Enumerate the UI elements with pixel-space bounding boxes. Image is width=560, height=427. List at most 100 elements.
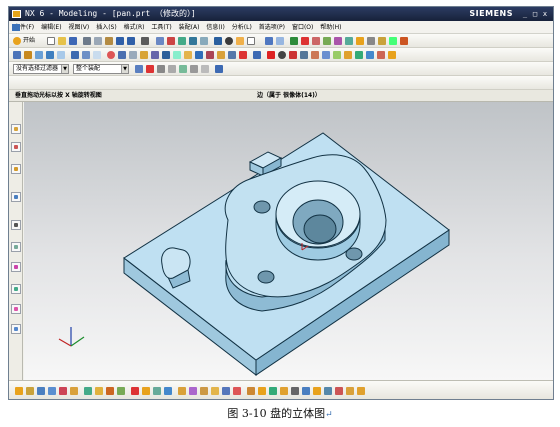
minimize-button[interactable]: _ [521, 10, 529, 18]
snap-midpoint-icon[interactable] [157, 65, 165, 73]
menu-view[interactable]: 视图(V) [68, 21, 89, 34]
menu-analysis[interactable]: 分析(L) [232, 21, 252, 34]
snap-settings-icon[interactable] [215, 65, 223, 73]
pocket-icon[interactable] [118, 51, 126, 59]
fillet-icon[interactable] [200, 387, 208, 395]
menu-information[interactable]: 信息(I) [206, 21, 224, 34]
dimension-icon[interactable] [131, 387, 139, 395]
show-hide-icon[interactable] [323, 37, 331, 45]
project-icon[interactable] [222, 387, 230, 395]
point-icon[interactable] [15, 387, 23, 395]
update-model-icon[interactable] [302, 387, 310, 395]
zoom-icon[interactable] [167, 37, 175, 45]
redo-icon[interactable] [127, 37, 135, 45]
new-file-icon[interactable] [47, 37, 55, 45]
save-icon[interactable] [69, 37, 77, 45]
convert-reference-icon[interactable] [247, 387, 255, 395]
transparency-icon[interactable] [367, 37, 375, 45]
snap-center-icon[interactable] [168, 65, 176, 73]
menu-edit[interactable]: 编辑(E) [41, 21, 61, 34]
maximize-button[interactable]: □ [531, 10, 539, 18]
clipboard-icon[interactable] [378, 37, 386, 45]
spline-icon[interactable] [300, 51, 308, 59]
arc-tool-icon[interactable] [84, 387, 92, 395]
infer-constraint-icon[interactable] [269, 387, 277, 395]
system-materials-tab[interactable] [11, 242, 21, 252]
finish-sketch-icon[interactable] [280, 387, 288, 395]
circle-icon[interactable] [278, 51, 286, 59]
cylinder-icon[interactable] [46, 51, 54, 59]
subtract-icon[interactable] [173, 51, 181, 59]
rectangle-icon[interactable] [95, 387, 103, 395]
line-icon[interactable] [70, 387, 78, 395]
render-style-icon[interactable] [225, 37, 233, 45]
extend-icon[interactable] [189, 387, 197, 395]
trim-icon[interactable] [178, 387, 186, 395]
polygon-icon[interactable] [106, 387, 114, 395]
history-tab[interactable] [11, 220, 21, 230]
sew-icon[interactable] [377, 51, 385, 59]
blank-icon[interactable] [334, 37, 342, 45]
block-icon[interactable] [35, 51, 43, 59]
cut-icon[interactable] [83, 37, 91, 45]
roles-tab[interactable] [11, 324, 21, 334]
section-view-icon[interactable] [265, 37, 273, 45]
menu-format[interactable]: 格式(R) [124, 21, 145, 34]
extrude-icon[interactable] [71, 51, 79, 59]
menu-tools[interactable]: 工具(T) [151, 21, 171, 34]
bridge-curve-icon[interactable] [333, 51, 341, 59]
manufacturing-wizard-tab[interactable] [11, 304, 21, 314]
snap-quadrant-icon[interactable] [179, 65, 187, 73]
project-curve-icon[interactable] [322, 51, 330, 59]
sketch-icon[interactable] [389, 37, 397, 45]
quick-trim-icon[interactable] [233, 387, 241, 395]
layer-settings-icon[interactable] [276, 37, 284, 45]
datum-axis-icon[interactable] [37, 387, 45, 395]
trim-body-icon[interactable] [195, 51, 203, 59]
fillet-curve-icon[interactable] [344, 51, 352, 59]
menu-preferences[interactable]: 首选项(P) [259, 21, 285, 34]
paste-icon[interactable] [105, 37, 113, 45]
hole-icon[interactable] [93, 51, 101, 59]
reattach-icon[interactable] [291, 387, 299, 395]
select-face-icon[interactable] [135, 65, 143, 73]
type-filter-select[interactable]: 没有选择过滤器 ▼ [13, 64, 69, 74]
pad-icon[interactable] [129, 51, 137, 59]
menu-insert[interactable]: 插入(S) [96, 21, 117, 34]
sketch-tool-icon[interactable] [59, 387, 67, 395]
snap-existing-point-icon[interactable] [201, 65, 209, 73]
orient-to-sketch-icon[interactable] [324, 387, 332, 395]
shaded-view-icon[interactable] [214, 37, 222, 45]
intersection-curve-icon[interactable] [355, 51, 363, 59]
color-icon[interactable] [356, 37, 364, 45]
datum-plane-icon[interactable] [26, 387, 34, 395]
start-icon[interactable] [13, 37, 21, 45]
snap-endpoint-icon[interactable] [146, 65, 154, 73]
sketch-style-icon[interactable] [335, 387, 343, 395]
ellipse-icon[interactable] [117, 387, 125, 395]
orient-view-icon[interactable] [247, 37, 255, 45]
rotate-icon[interactable] [189, 37, 197, 45]
groove-icon[interactable] [151, 51, 159, 59]
open-folder-icon[interactable] [58, 37, 66, 45]
repeat-command-icon[interactable] [141, 37, 149, 45]
reuse-library-tab[interactable] [11, 192, 21, 202]
draft-icon[interactable] [239, 51, 247, 59]
datum-csys-tool-icon[interactable] [48, 387, 56, 395]
delay-evaluation-icon[interactable] [346, 387, 354, 395]
intersect-icon[interactable] [184, 51, 192, 59]
offset-icon[interactable] [211, 387, 219, 395]
surface-icon[interactable] [366, 51, 374, 59]
view-sketch-icon[interactable] [313, 387, 321, 395]
close-button[interactable]: x [541, 10, 549, 18]
cut-body-icon[interactable] [13, 51, 21, 59]
measure-distance-icon[interactable] [301, 37, 309, 45]
menu-assemblies[interactable]: 装配(A) [179, 21, 200, 34]
constraint-navigator-tab[interactable] [11, 142, 21, 152]
evaluate-icon[interactable] [357, 387, 365, 395]
pan-icon[interactable] [178, 37, 186, 45]
undo-icon[interactable] [116, 37, 124, 45]
arc-icon[interactable] [267, 51, 275, 59]
graphics-window[interactable] [24, 102, 553, 380]
gear-icon[interactable] [24, 51, 32, 59]
